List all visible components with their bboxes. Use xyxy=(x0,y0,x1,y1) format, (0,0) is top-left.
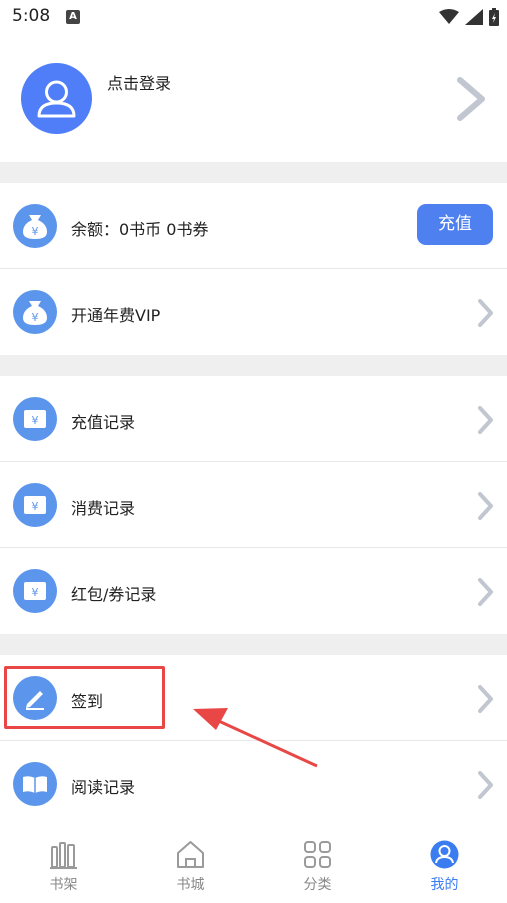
vip-label: 开通年费VIP xyxy=(71,306,161,325)
home-icon xyxy=(177,841,204,868)
bookshelf-icon xyxy=(50,842,77,869)
balance-label: 余额：0书币 0书券 xyxy=(71,220,209,239)
wifi-icon xyxy=(439,9,459,24)
receipt-icon: ¥ xyxy=(13,397,57,441)
section-gap xyxy=(0,634,507,655)
record-label: 充值记录 xyxy=(71,413,136,432)
bottom-nav: 书架 书城 分类 我的 xyxy=(0,827,507,903)
nav-item-mine[interactable]: 我的 xyxy=(381,827,507,903)
nav-item-bookstore[interactable]: 书城 xyxy=(127,827,254,903)
reading-label: 阅读记录 xyxy=(71,778,136,797)
battery-icon xyxy=(489,8,499,26)
chevron-right-icon xyxy=(478,299,493,327)
record-row-coupon[interactable]: ¥ 红包/券记录 xyxy=(0,548,507,634)
section-gap xyxy=(0,355,507,376)
chevron-right-icon[interactable] xyxy=(455,76,487,122)
chevron-right-icon xyxy=(478,771,493,799)
nav-item-bookshelf[interactable]: 书架 xyxy=(0,827,127,903)
money-bag-icon: ¥ xyxy=(13,290,57,334)
record-row-consumption[interactable]: ¥ 消费记录 xyxy=(0,462,507,548)
nav-label: 书架 xyxy=(49,877,78,893)
nav-label: 我的 xyxy=(430,877,459,893)
category-icon xyxy=(304,841,331,868)
profile-header[interactable]: 点击登录 xyxy=(0,36,507,162)
svg-text:¥: ¥ xyxy=(32,414,39,427)
chevron-right-icon xyxy=(478,406,493,434)
nav-label: 分类 xyxy=(303,877,332,893)
svg-text:¥: ¥ xyxy=(32,500,39,513)
chevron-right-icon xyxy=(478,578,493,606)
status-time: 5:08 xyxy=(12,6,51,26)
profile-icon xyxy=(430,840,459,869)
chevron-right-icon xyxy=(478,492,493,520)
signal-icon xyxy=(465,9,483,25)
reading-row[interactable]: 阅读记录 xyxy=(0,741,507,827)
receipt-icon: ¥ xyxy=(13,483,57,527)
recharge-button[interactable]: 充值 xyxy=(417,204,493,245)
nav-label: 书城 xyxy=(176,877,205,893)
receipt-icon: ¥ xyxy=(13,569,57,613)
status-bar: 5:08 A xyxy=(0,0,507,36)
status-icons xyxy=(439,8,499,26)
svg-text:¥: ¥ xyxy=(32,225,39,238)
money-bag-icon: ¥ xyxy=(13,204,57,248)
svg-text:¥: ¥ xyxy=(32,311,39,324)
user-avatar-icon xyxy=(37,80,76,118)
book-icon xyxy=(13,762,57,806)
record-label: 红包/券记录 xyxy=(71,585,157,604)
balance-row: ¥ 余额：0书币 0书券 充值 xyxy=(0,183,507,269)
login-label[interactable]: 点击登录 xyxy=(107,70,171,94)
nav-item-category[interactable]: 分类 xyxy=(254,827,381,903)
section-gap xyxy=(0,162,507,183)
svg-text:¥: ¥ xyxy=(32,586,39,599)
highlight-box xyxy=(4,666,165,729)
chevron-right-icon xyxy=(478,685,493,713)
notification-icon: A xyxy=(66,10,80,24)
record-label: 消费记录 xyxy=(71,499,136,518)
vip-row[interactable]: ¥ 开通年费VIP xyxy=(0,269,507,355)
record-row-recharge[interactable]: ¥ 充值记录 xyxy=(0,376,507,462)
avatar[interactable] xyxy=(21,63,92,134)
